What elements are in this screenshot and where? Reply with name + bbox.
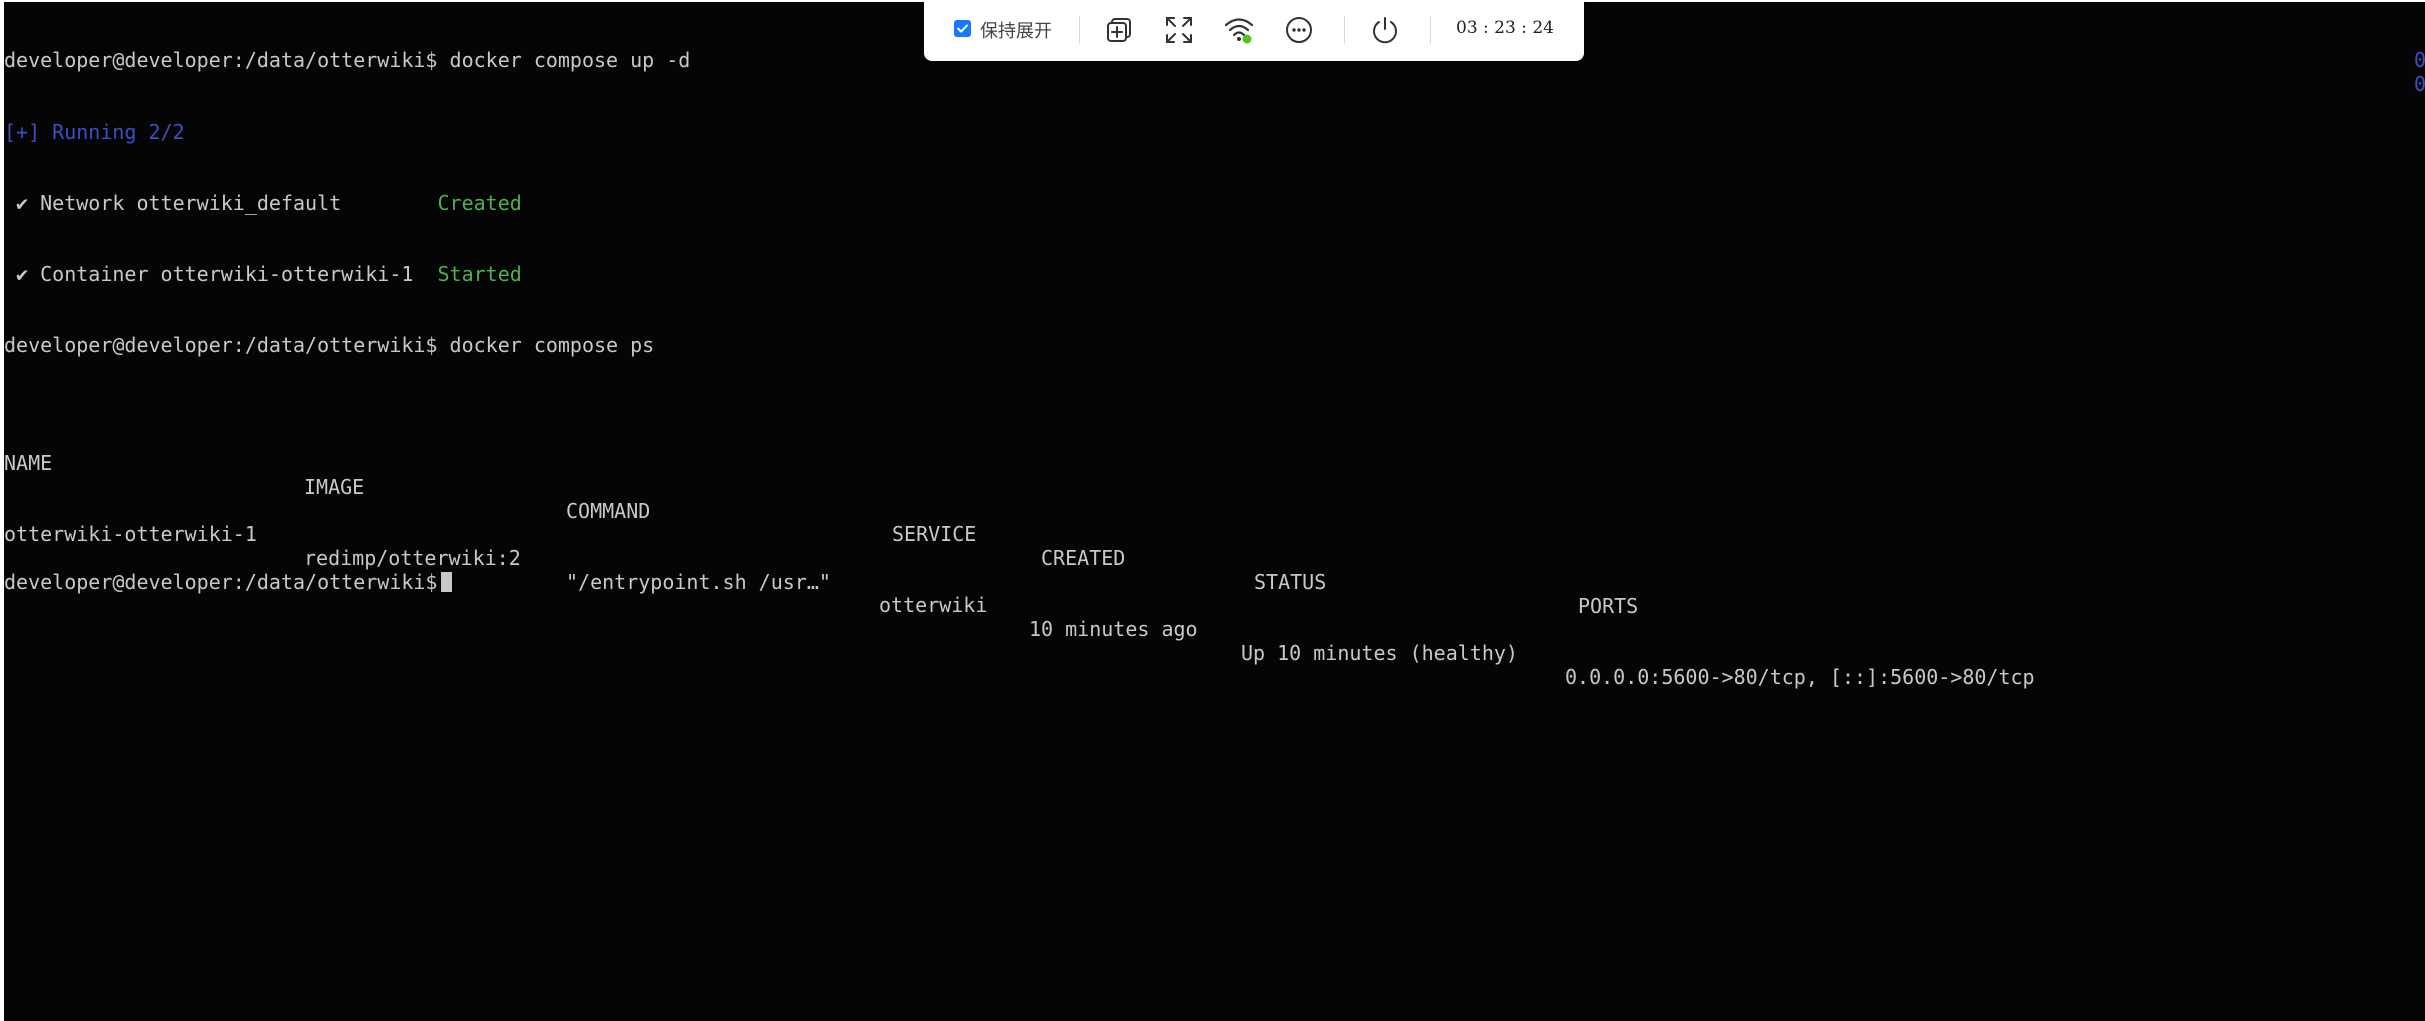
toolbar-divider bbox=[1079, 16, 1080, 44]
check-icon bbox=[957, 24, 968, 33]
container-status: Started bbox=[437, 261, 522, 286]
network-status-line: ✔ Network otterwiki_default Created bbox=[4, 190, 2425, 216]
header-name: NAME bbox=[4, 451, 53, 476]
keep-expanded-checkbox[interactable] bbox=[954, 20, 971, 37]
toolbar-divider bbox=[1344, 16, 1345, 44]
cell-command: "/entrypoint.sh /usr…" bbox=[566, 569, 831, 594]
cell-created: 10 minutes ago bbox=[1029, 617, 1198, 642]
network-line-text: ✔ Network otterwiki_default bbox=[4, 190, 438, 215]
power-icon[interactable] bbox=[1368, 13, 1402, 47]
shell-prompt: developer@developer:/data/otterwiki$ bbox=[4, 332, 438, 357]
cell-ports: 0.0.0.0:5600->80/tcp, [::]:5600->80/tcp bbox=[1565, 664, 2035, 689]
right-edge-marker-2: 0 bbox=[2414, 72, 2425, 96]
terminal-line-8: developer@developer:/data/otterwiki$ bbox=[4, 570, 2425, 595]
terminal-window[interactable]: developer@developer:/data/otterwiki$ doc… bbox=[4, 2, 2425, 1021]
toolbar-divider bbox=[1430, 16, 1431, 44]
header-ports: PORTS bbox=[1578, 593, 1639, 618]
cell-name: otterwiki-otterwiki-1 bbox=[4, 522, 257, 547]
shell-prompt: developer@developer:/data/otterwiki$ bbox=[4, 48, 438, 73]
container-status-line: ✔ Container otterwiki-otterwiki-1 Starte… bbox=[4, 261, 2425, 287]
header-status: STATUS bbox=[1254, 569, 1327, 594]
cell-status: Up 10 minutes (healthy) bbox=[1241, 640, 1518, 665]
screen: developer@developer:/data/otterwiki$ doc… bbox=[0, 0, 2425, 1021]
text-cursor bbox=[441, 571, 453, 592]
cell-image: redimp/otterwiki:2 bbox=[304, 546, 521, 571]
remote-toolbar: 保持展开 03: 23: 24 bbox=[924, 0, 1584, 61]
running-status-line: [+] Running 2/2 bbox=[4, 119, 185, 144]
command-text: docker compose ps bbox=[437, 332, 655, 357]
network-status: Created bbox=[437, 190, 522, 215]
container-line-text: ✔ Container otterwiki-otterwiki-1 bbox=[4, 261, 438, 286]
keep-expanded-label[interactable]: 保持展开 bbox=[980, 17, 1052, 43]
add-window-icon[interactable] bbox=[1102, 13, 1136, 47]
wifi-icon[interactable] bbox=[1222, 13, 1256, 47]
header-created: CREATED bbox=[1041, 546, 1126, 571]
cell-service: otterwiki bbox=[879, 593, 988, 618]
table-row: otterwiki-otterwiki-1 redimp/otterwiki:2… bbox=[4, 500, 2425, 689]
right-edge-marker-1: 0 bbox=[2414, 48, 2425, 72]
terminal-line-5: developer@developer:/data/otterwiki$ doc… bbox=[4, 332, 2425, 358]
fullscreen-icon[interactable] bbox=[1162, 13, 1196, 47]
header-image: IMAGE bbox=[304, 474, 365, 499]
session-timer: 03 : 23 : 24 bbox=[1456, 18, 1554, 38]
header-service: SERVICE bbox=[892, 522, 977, 547]
table-header-row: NAME IMAGE COMMAND SERVICE CREATED STATU… bbox=[4, 429, 2425, 618]
command-text: docker compose up -d bbox=[437, 48, 691, 73]
more-icon[interactable] bbox=[1282, 13, 1316, 47]
